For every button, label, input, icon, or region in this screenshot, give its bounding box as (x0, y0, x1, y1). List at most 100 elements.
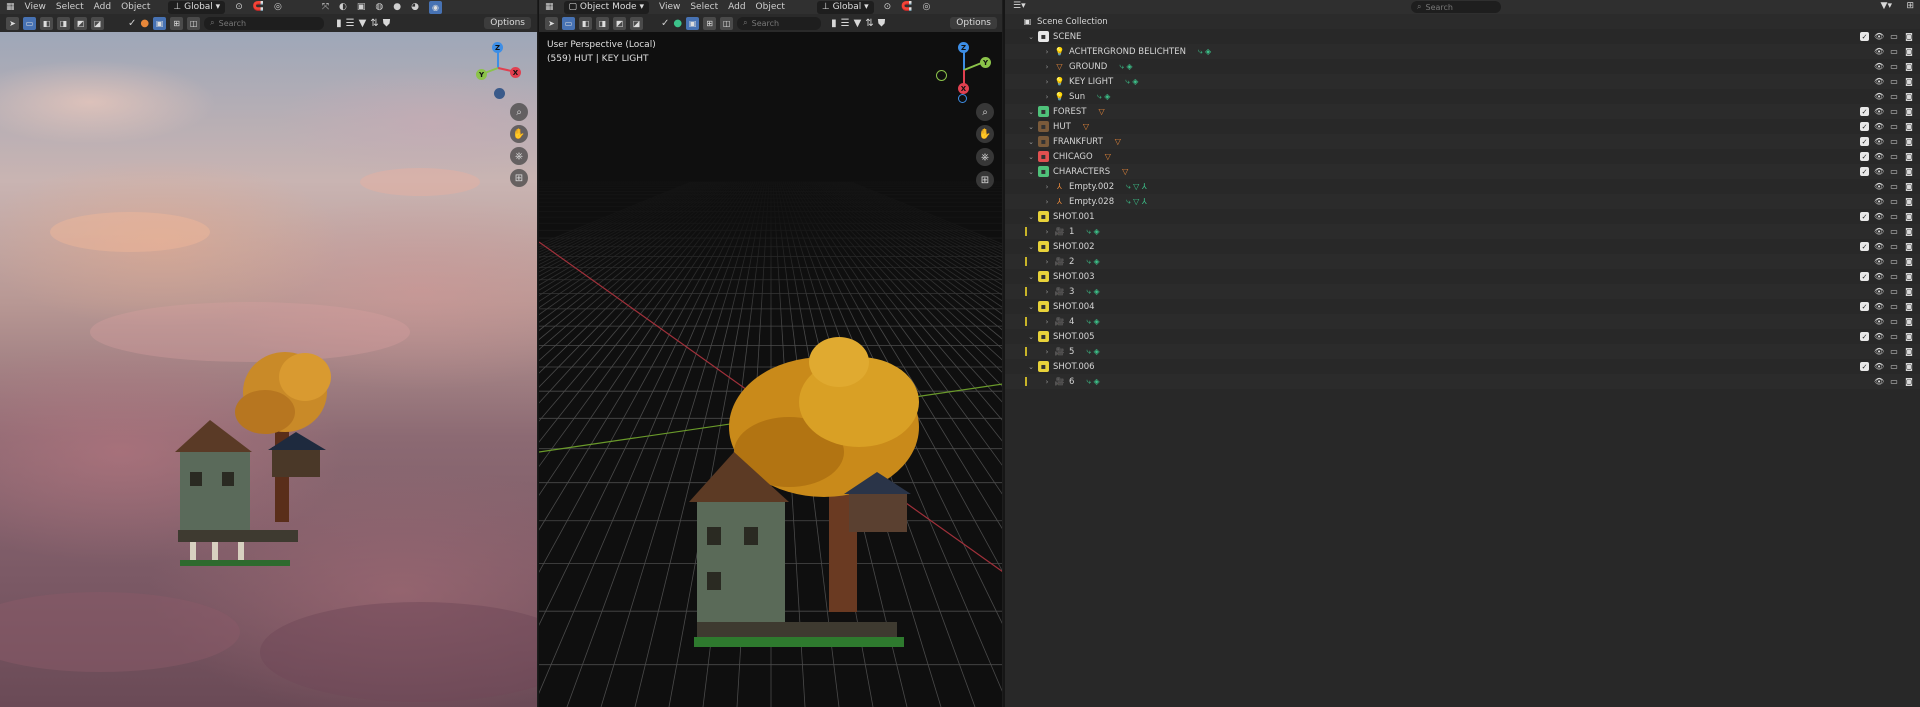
filter-icon[interactable]: ▼▾ (1881, 1, 1892, 11)
expand-chevron-icon[interactable]: ⌄ (1027, 153, 1035, 161)
filter-checkbox-icon[interactable]: ✓ (128, 18, 136, 29)
shading-solid-icon[interactable]: ● (393, 2, 401, 12)
camera-view-icon[interactable]: ⎈ (976, 148, 994, 166)
viewport-monitor-icon[interactable]: ▭ (1889, 362, 1899, 371)
exclude-checkbox[interactable]: ✓ (1860, 32, 1869, 41)
exclude-checkbox[interactable]: ✓ (1860, 137, 1869, 146)
render-camera-icon[interactable]: ◙ (1904, 227, 1914, 236)
visibility-eye-icon[interactable]: 👁 (1874, 32, 1884, 41)
viewport-solid[interactable]: ▦ ▢ Object Mode ▾ View Select Add Object… (538, 0, 1002, 707)
expand-chevron-icon[interactable]: ⌄ (1027, 363, 1035, 371)
visibility-eye-icon[interactable]: 👁 (1874, 302, 1884, 311)
exclude-checkbox[interactable]: ✓ (1860, 362, 1869, 371)
select-box-icon[interactable]: ▭ (23, 16, 36, 30)
options-button[interactable]: Options (484, 17, 531, 29)
exclude-checkbox[interactable]: ✓ (1860, 302, 1869, 311)
viewport-monitor-icon[interactable]: ▭ (1889, 332, 1899, 341)
gizmo-y-axis[interactable]: Y (980, 57, 991, 68)
collapse-chevron-icon[interactable]: › (1043, 183, 1051, 191)
render-camera-icon[interactable]: ◙ (1904, 332, 1914, 341)
viewport-monitor-icon[interactable]: ▭ (1889, 242, 1899, 251)
viewport-monitor-icon[interactable]: ▭ (1889, 152, 1899, 161)
render-camera-icon[interactable]: ◙ (1904, 62, 1914, 71)
snap-icon[interactable]: 🧲 (253, 2, 264, 12)
render-camera-icon[interactable]: ◙ (1904, 182, 1914, 191)
collection-filter-icon[interactable]: ▣ (153, 16, 167, 30)
mode-dropdown[interactable]: ▢ Object Mode ▾ (563, 0, 649, 14)
visibility-eye-icon[interactable]: 👁 (1874, 332, 1884, 341)
visibility-eye-icon[interactable]: 👁 (1874, 137, 1884, 146)
render-camera-icon[interactable]: ◙ (1904, 377, 1914, 386)
collapse-chevron-icon[interactable]: › (1043, 318, 1051, 326)
select-subtract-icon[interactable]: ◨ (57, 16, 70, 30)
outliner-row[interactable]: › 🎥 5 ⤷ ◈ 👁 ▭ ◙ (1005, 344, 1920, 359)
select-box-icon[interactable]: ▭ (562, 16, 575, 30)
expand-chevron-icon[interactable]: ⌄ (1027, 303, 1035, 311)
editor-type-icon[interactable]: ▦ (545, 2, 554, 12)
select-extend-icon[interactable]: ◧ (579, 16, 592, 30)
viewport-monitor-icon[interactable]: ▭ (1889, 92, 1899, 101)
expand-chevron-icon[interactable]: ⌄ (1027, 108, 1035, 116)
exclude-checkbox[interactable]: ✓ (1860, 107, 1869, 116)
viewport-monitor-icon[interactable]: ▭ (1889, 287, 1899, 296)
viewport-monitor-icon[interactable]: ▭ (1889, 167, 1899, 176)
expand-chevron-icon[interactable]: ⌄ (1027, 33, 1035, 41)
collapse-chevron-icon[interactable]: › (1043, 378, 1051, 386)
transform-orientation-dropdown[interactable]: ⊥ Global ▾ (168, 0, 226, 14)
menu-select[interactable]: Select (56, 2, 84, 12)
exclude-checkbox[interactable]: ✓ (1860, 242, 1869, 251)
outliner-row[interactable]: ⌄ ▪ CHICAGO ▽ ✓ 👁 ▭ ◙ (1005, 149, 1920, 164)
outliner-row[interactable]: ⌄ ▪ SHOT.003 ✓ 👁 ▭ ◙ (1005, 269, 1920, 284)
scene-filter-icon[interactable]: ◫ (720, 16, 734, 30)
viewport-monitor-icon[interactable]: ▭ (1889, 377, 1899, 386)
filter-checkbox-icon[interactable]: ✓ (661, 18, 669, 29)
viewport-monitor-icon[interactable]: ▭ (1889, 137, 1899, 146)
select-extend-icon[interactable]: ◧ (40, 16, 53, 30)
menu-add[interactable]: Add (728, 2, 745, 12)
visibility-eye-icon[interactable]: 👁 (1874, 287, 1884, 296)
expand-chevron-icon[interactable]: ⌄ (1027, 123, 1035, 131)
menu-add[interactable]: Add (94, 2, 111, 12)
menu-object[interactable]: Object (756, 2, 785, 12)
viewport-monitor-icon[interactable]: ▭ (1889, 62, 1899, 71)
expand-chevron-icon[interactable]: ⌄ (1027, 333, 1035, 341)
funnel-icon[interactable]: ▼ (854, 18, 862, 29)
gizmo-neg-z-axis[interactable] (958, 94, 967, 103)
new-collection-icon[interactable]: ⊞ (1906, 1, 1914, 11)
menu-view[interactable]: View (659, 2, 680, 12)
exclude-checkbox[interactable]: ✓ (1860, 152, 1869, 161)
outliner-row[interactable]: › ⅄ Empty.028 ⤷ ▽ ⅄ 👁 ▭ ◙ (1005, 194, 1920, 209)
visibility-eye-icon[interactable]: 👁 (1874, 362, 1884, 371)
exclude-checkbox[interactable]: ✓ (1860, 212, 1869, 221)
bookmark-icon[interactable]: ▮ (336, 18, 342, 29)
render-camera-icon[interactable]: ◙ (1904, 152, 1914, 161)
visibility-eye-icon[interactable]: 👁 (1874, 257, 1884, 266)
viewport-monitor-icon[interactable]: ▭ (1889, 227, 1899, 236)
select-tool-icon[interactable]: ➤ (6, 16, 19, 30)
viewport-search-field[interactable]: ⌕ Search (204, 16, 325, 30)
visibility-eye-icon[interactable]: 👁 (1874, 212, 1884, 221)
render-camera-icon[interactable]: ◙ (1904, 287, 1914, 296)
select-intersect-icon[interactable]: ◪ (630, 16, 643, 30)
render-camera-icon[interactable]: ◙ (1904, 137, 1914, 146)
editor-type-icon[interactable]: ▦ (6, 2, 15, 12)
visibility-eye-icon[interactable]: 👁 (1874, 47, 1884, 56)
expand-chevron-icon[interactable]: ⌄ (1027, 213, 1035, 221)
pan-hand-icon[interactable]: ✋ (976, 125, 994, 143)
outliner-row[interactable]: ⌄ ▪ SCENE ✓ 👁 ▭ ◙ (1005, 29, 1920, 44)
gizmo-x-axis[interactable]: X (958, 83, 969, 94)
collapse-chevron-icon[interactable]: › (1043, 198, 1051, 206)
viewport-monitor-icon[interactable]: ▭ (1889, 272, 1899, 281)
shield-icon[interactable]: ⛊ (383, 18, 391, 29)
render-camera-icon[interactable]: ◙ (1904, 92, 1914, 101)
collapse-chevron-icon[interactable]: › (1043, 228, 1051, 236)
exclude-checkbox[interactable]: ✓ (1860, 122, 1869, 131)
visibility-eye-icon[interactable]: 👁 (1874, 182, 1884, 191)
navigation-gizmo[interactable]: Z X Y (470, 40, 530, 100)
collapse-chevron-icon[interactable]: › (1043, 258, 1051, 266)
select-invert-icon[interactable]: ◩ (74, 16, 87, 30)
exclude-checkbox[interactable]: ✓ (1860, 272, 1869, 281)
outliner-row[interactable]: ⌄ ▪ FOREST ▽ ✓ 👁 ▭ ◙ (1005, 104, 1920, 119)
select-tool-icon[interactable]: ➤ (545, 16, 558, 30)
visibility-eye-icon[interactable]: 👁 (1874, 167, 1884, 176)
